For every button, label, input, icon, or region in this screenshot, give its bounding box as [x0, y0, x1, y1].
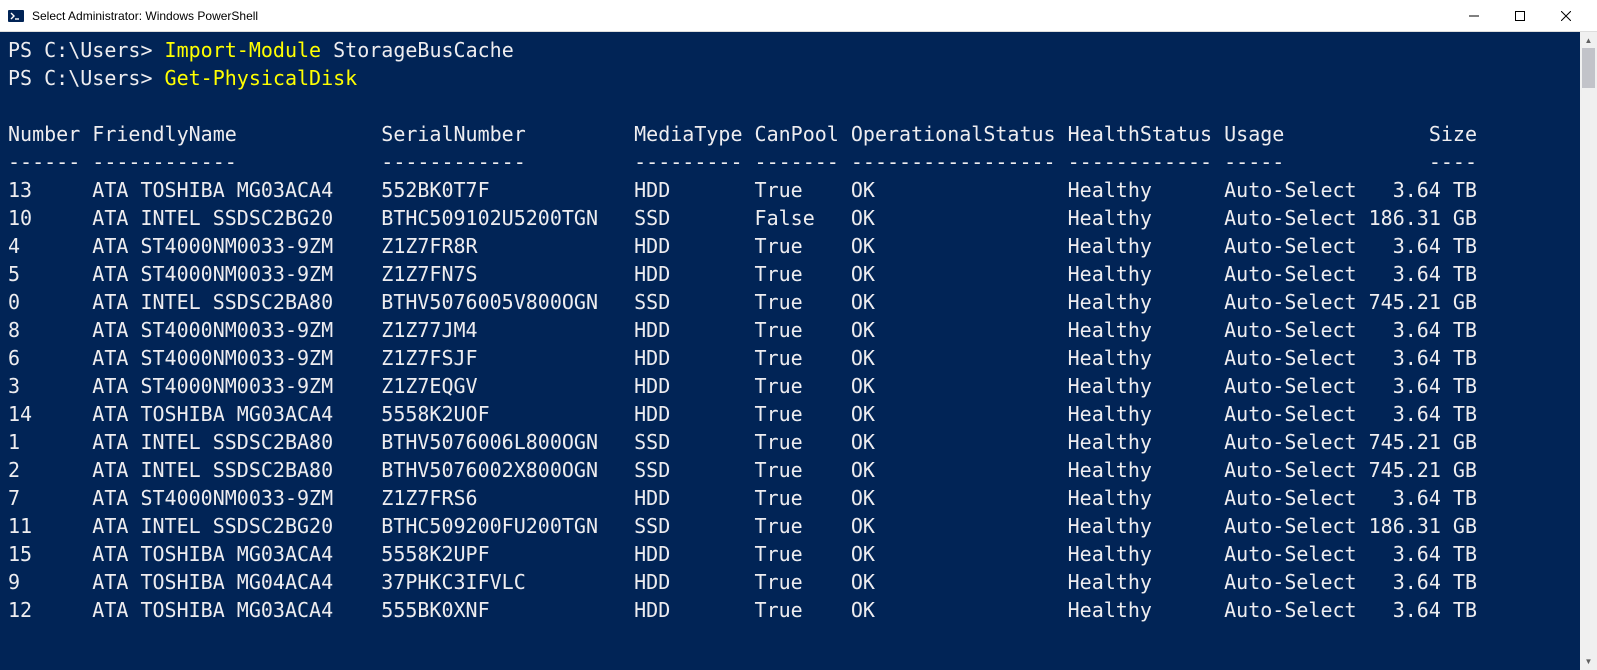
table-row: 6 ATA ST4000NM0033-9ZM Z1Z7FSJF HDD True… — [8, 344, 1572, 372]
table-row: 15 ATA TOSHIBA MG03ACA4 5558K2UPF HDD Tr… — [8, 540, 1572, 568]
table-row: 1 ATA INTEL SSDSC2BA80 BTHV5076006L800OG… — [8, 428, 1572, 456]
command: Get-PhysicalDisk — [165, 66, 358, 90]
table-row: 10 ATA INTEL SSDSC2BG20 BTHC509102U5200T… — [8, 204, 1572, 232]
table-row: 2 ATA INTEL SSDSC2BA80 BTHV5076002X800OG… — [8, 456, 1572, 484]
scrollbar-thumb[interactable] — [1582, 48, 1595, 88]
prompt-line: PS C:\Users> Get-PhysicalDisk — [8, 64, 1572, 92]
table-row: 7 ATA ST4000NM0033-9ZM Z1Z7FRS6 HDD True… — [8, 484, 1572, 512]
vertical-scrollbar[interactable]: ▲ ▼ — [1580, 32, 1597, 670]
scroll-up-arrow[interactable]: ▲ — [1580, 32, 1597, 49]
table-row: 8 ATA ST4000NM0033-9ZM Z1Z77JM4 HDD True… — [8, 316, 1572, 344]
table-header: Number FriendlyName SerialNumber MediaTy… — [8, 120, 1572, 148]
prompt-line: PS C:\Users> Import-Module StorageBusCac… — [8, 36, 1572, 64]
table-separator: ------ ------------ ------------ -------… — [8, 148, 1572, 176]
maximize-button[interactable] — [1497, 0, 1543, 32]
table-row: 4 ATA ST4000NM0033-9ZM Z1Z7FR8R HDD True… — [8, 232, 1572, 260]
window-controls — [1451, 0, 1589, 32]
table-row: 13 ATA TOSHIBA MG03ACA4 552BK0T7F HDD Tr… — [8, 176, 1572, 204]
table-row: 12 ATA TOSHIBA MG03ACA4 555BK0XNF HDD Tr… — [8, 596, 1572, 624]
prompt: PS C:\Users> — [8, 38, 153, 62]
window-title: Select Administrator: Windows PowerShell — [32, 9, 1451, 23]
minimize-button[interactable] — [1451, 0, 1497, 32]
table-row: 14 ATA TOSHIBA MG03ACA4 5558K2UOF HDD Tr… — [8, 400, 1572, 428]
scroll-down-arrow[interactable]: ▼ — [1580, 653, 1597, 670]
command-arg: StorageBusCache — [333, 38, 514, 62]
powershell-icon — [8, 8, 24, 24]
terminal-output[interactable]: PS C:\Users> Import-Module StorageBusCac… — [0, 32, 1580, 670]
table-row: 11 ATA INTEL SSDSC2BG20 BTHC509200FU200T… — [8, 512, 1572, 540]
window-titlebar: Select Administrator: Windows PowerShell — [0, 0, 1597, 32]
table-row: 3 ATA ST4000NM0033-9ZM Z1Z7EQGV HDD True… — [8, 372, 1572, 400]
command: Import-Module — [165, 38, 322, 62]
table-row: 5 ATA ST4000NM0033-9ZM Z1Z7FN7S HDD True… — [8, 260, 1572, 288]
table-row: 0 ATA INTEL SSDSC2BA80 BTHV5076005V800OG… — [8, 288, 1572, 316]
prompt: PS C:\Users> — [8, 66, 153, 90]
table-row: 9 ATA TOSHIBA MG04ACA4 37PHKC3IFVLC HDD … — [8, 568, 1572, 596]
close-button[interactable] — [1543, 0, 1589, 32]
blank-line — [8, 92, 1572, 120]
terminal-area: PS C:\Users> Import-Module StorageBusCac… — [0, 32, 1597, 670]
